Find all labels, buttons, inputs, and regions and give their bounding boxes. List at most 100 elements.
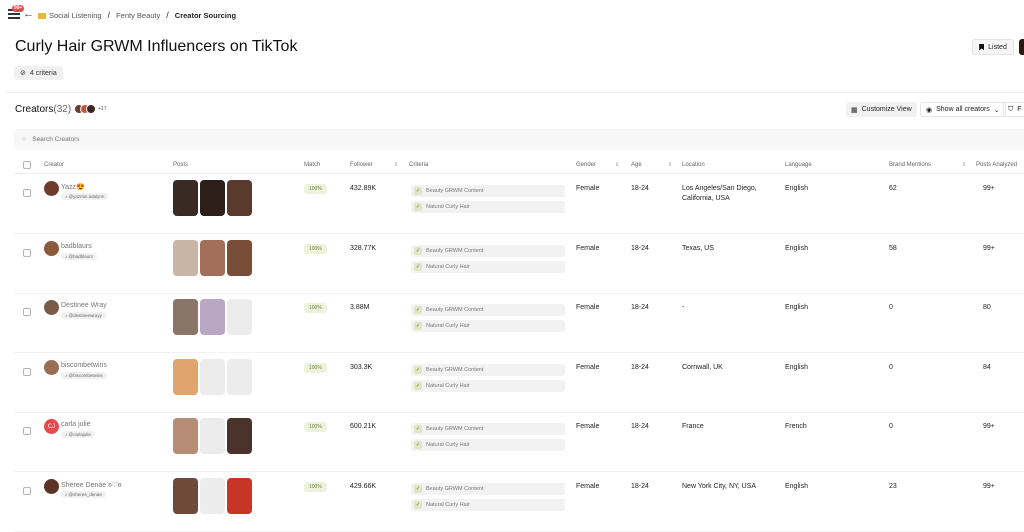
- criteria-label: Natural Curly Hair: [426, 501, 470, 508]
- filter-icon: ⛉: [1008, 105, 1014, 113]
- table-row[interactable]: Sheree Denàe ʚ♡ɞ ♪ @sheree_denae 100% 42…: [14, 473, 1024, 532]
- creator-name[interactable]: carla julie: [61, 421, 91, 428]
- bookmark-icon: [979, 43, 985, 51]
- creator-handle: ♪ @yazmin.adalynn: [61, 193, 109, 200]
- tiktok-icon: ♪: [65, 313, 68, 318]
- select-all-checkbox[interactable]: [23, 161, 31, 169]
- creator-name[interactable]: Sheree Denàe ʚ♡ɞ: [61, 481, 121, 489]
- gender-value: Female: [576, 423, 600, 430]
- age-value: 18-24: [631, 482, 649, 490]
- post-thumbnail[interactable]: [227, 299, 252, 335]
- language-value: French: [785, 423, 807, 430]
- post-thumbnail[interactable]: [200, 180, 225, 216]
- filter-button[interactable]: ⛉ F: [1003, 102, 1024, 117]
- listed-button[interactable]: Listed: [972, 39, 1014, 55]
- language-value: English: [785, 185, 808, 192]
- criteria-tag: ✓ Natural Curly Hair: [411, 320, 565, 332]
- post-thumbnail[interactable]: [227, 358, 252, 395]
- post-thumbnail[interactable]: [227, 239, 252, 276]
- handle-text: @yazmin.adalynn: [68, 194, 105, 199]
- sort-icon[interactable]: ⇕: [615, 162, 619, 168]
- tiktok-icon: ♪: [65, 194, 68, 199]
- post-thumbnail[interactable]: [227, 418, 252, 454]
- criteria-chip[interactable]: ⊘ 4 criteria: [14, 66, 63, 80]
- breadcrumb-item-social-listening[interactable]: Social Listening: [38, 11, 102, 20]
- row-checkbox[interactable]: [23, 308, 31, 316]
- column-brand-mentions[interactable]: Brand Mentions: [889, 162, 931, 168]
- post-thumbnail[interactable]: [200, 477, 225, 514]
- customize-view-button[interactable]: ▦ Customize View: [846, 102, 917, 117]
- post-thumbnail[interactable]: [227, 477, 252, 514]
- match-badge: 100%: [304, 243, 327, 254]
- check-icon: ✓: [414, 484, 422, 493]
- post-thumbnail[interactable]: [200, 299, 225, 335]
- sort-icon[interactable]: ⇕: [962, 162, 966, 168]
- check-icon: ✓: [414, 322, 422, 330]
- posts-analyzed-value: 99+: [983, 423, 995, 430]
- creator-name[interactable]: biscombetwins: [61, 362, 107, 369]
- post-thumbnail[interactable]: [200, 239, 225, 276]
- search-input[interactable]: [32, 136, 233, 143]
- post-thumbnail[interactable]: [173, 418, 198, 454]
- post-thumbnail[interactable]: [200, 418, 225, 454]
- table-row[interactable]: biscombetwins ♪ @biscombetwins 100% 303.…: [14, 354, 1024, 413]
- follower-count: 429.66K: [350, 482, 377, 490]
- sort-icon[interactable]: ⇕: [668, 162, 672, 168]
- match-badge: 100%: [304, 362, 327, 373]
- row-checkbox[interactable]: [23, 367, 31, 376]
- posts-analyzed-value: 84: [983, 363, 991, 371]
- customize-view-label: Customize View: [861, 106, 912, 113]
- criteria-tag: ✓ Beauty GRWM Content: [411, 185, 565, 197]
- breadcrumb-separator: /: [166, 10, 169, 20]
- sort-icon[interactable]: ⇕: [394, 162, 398, 168]
- handle-text: @carlajulie: [68, 432, 91, 437]
- criteria-tag: ✓ Natural Curly Hair: [411, 498, 565, 511]
- brand-mentions-value: 23: [889, 482, 897, 490]
- chevron-down-icon: ⌄: [993, 106, 1000, 114]
- column-posts-analyzed[interactable]: Posts Analyzed: [976, 162, 1017, 168]
- column-gender[interactable]: Gender: [576, 162, 596, 168]
- table-row[interactable]: Yazz😍 ♪ @yazmin.adalynn 100% 432.89K ✓ Be…: [14, 175, 1024, 234]
- creator-handle: ♪ @carlajulie: [61, 431, 95, 438]
- post-thumbnail[interactable]: [227, 180, 252, 216]
- criteria-tag: ✓ Natural Curly Hair: [411, 201, 565, 213]
- location-value: Cornwall, UK: [682, 363, 723, 371]
- column-follower[interactable]: Follower: [350, 162, 373, 168]
- tiktok-icon: ♪: [65, 491, 68, 497]
- age-value: 18-24: [631, 363, 649, 371]
- criteria-tag: ✓ Beauty GRWM Content: [411, 363, 565, 376]
- breadcrumb-item-fenty-beauty[interactable]: Fenty Beauty: [116, 11, 160, 20]
- post-thumbnail[interactable]: [173, 299, 198, 335]
- column-age[interactable]: Age: [631, 162, 642, 168]
- back-arrow-icon[interactable]: ←: [23, 8, 34, 20]
- table-row[interactable]: badblaurs ♪ @badblaurs 100% 328.77K ✓ Bea…: [14, 235, 1024, 294]
- breadcrumb-separator: /: [107, 10, 111, 20]
- post-thumbnail[interactable]: [173, 358, 198, 395]
- follower-count: 303.3K: [350, 363, 373, 371]
- show-all-creators-dropdown[interactable]: ◉ Show all creators ⌄: [920, 102, 1006, 117]
- post-thumbnail[interactable]: [173, 180, 198, 216]
- table-header: Creator Posts Match Follower ⇕ Criteria …: [14, 157, 1024, 174]
- tiktok-icon: ♪: [65, 253, 68, 259]
- post-thumbnail[interactable]: [173, 477, 198, 514]
- criteria-label: Natural Curly Hair: [426, 263, 470, 270]
- creator-name[interactable]: badblaurs: [61, 243, 92, 250]
- criteria-tag: ✓ Natural Curly Hair: [411, 439, 565, 451]
- primary-action-button[interactable]: [1019, 39, 1024, 55]
- age-value: 18-24: [631, 423, 649, 430]
- creator-name[interactable]: Yazz😍: [61, 183, 85, 191]
- check-icon: ✓: [414, 381, 422, 390]
- row-checkbox[interactable]: [23, 486, 31, 495]
- post-thumbnail[interactable]: [200, 358, 225, 395]
- column-creator: Creator: [44, 162, 65, 168]
- folder-icon: [38, 12, 46, 19]
- row-checkbox[interactable]: [23, 189, 31, 197]
- post-thumbnail[interactable]: [173, 239, 198, 276]
- table-row[interactable]: CJ carla julie ♪ @carlajulie 100% 600.21…: [14, 413, 1024, 472]
- creator-name[interactable]: Destinee Wray: [61, 302, 107, 309]
- criteria-chip-label: 4 criteria: [29, 69, 57, 77]
- table-row[interactable]: Destinee Wray ♪ @destineewrayy 100% 3.88…: [14, 294, 1024, 353]
- location-value: France: [682, 423, 704, 430]
- row-checkbox[interactable]: [23, 427, 31, 435]
- row-checkbox[interactable]: [23, 248, 31, 257]
